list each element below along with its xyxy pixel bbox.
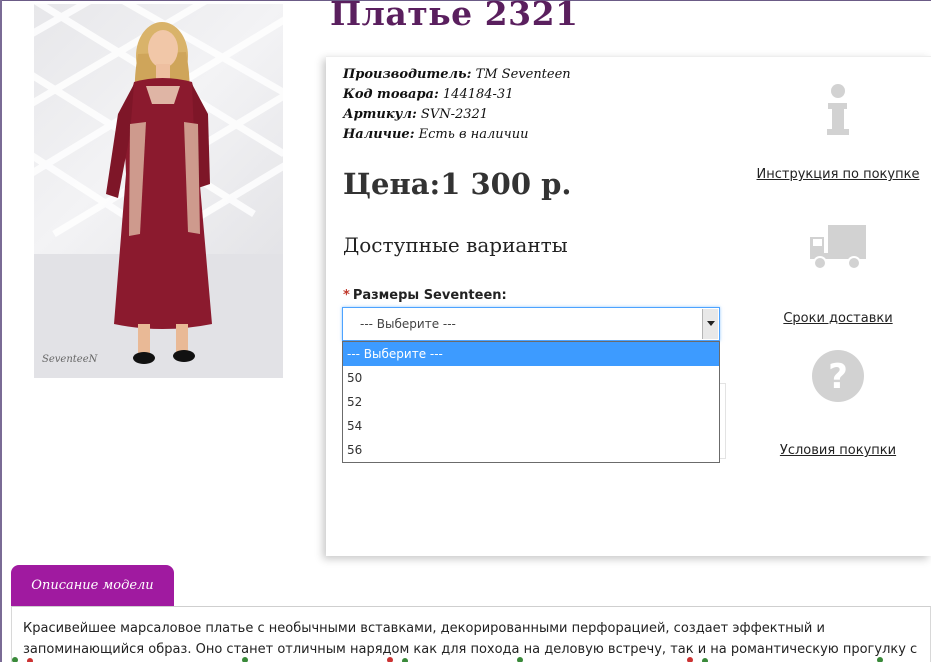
meta-availability: Наличие: Есть в наличии	[343, 127, 529, 142]
size-option[interactable]: 52	[343, 390, 719, 414]
info-icon	[756, 79, 920, 141]
size-select-label: * Размеры Seventeen:	[343, 288, 507, 303]
window-left-border	[0, 0, 2, 662]
meta-manufacturer: Производитель: TM Seventeen	[343, 67, 571, 82]
chevron-down-icon[interactable]	[702, 309, 718, 339]
purchase-terms-link[interactable]: Условия покупки	[756, 443, 920, 458]
svg-text:?: ?	[828, 357, 848, 397]
product-photo-illustration	[34, 4, 283, 378]
required-star-icon: *	[343, 288, 350, 303]
delivery-terms-link-block[interactable]: Сроки доставки	[756, 215, 920, 326]
purchase-instructions-link-block[interactable]: Инструкция по покупке	[756, 79, 920, 182]
size-option[interactable]: 56	[343, 438, 719, 462]
size-select-value: --- Выберите ---	[360, 317, 456, 331]
size-option[interactable]: --- Выберите ---	[343, 342, 719, 366]
product-meta: Производитель: TM Seventeen Код товара: …	[343, 65, 571, 145]
photo-watermark: SeventeeN	[42, 354, 98, 365]
product-photo[interactable]: SeventeeN	[34, 4, 283, 378]
product-info-card: Производитель: TM Seventeen Код товара: …	[326, 56, 931, 556]
meta-article: Артикул: SVN-2321	[343, 107, 489, 122]
tab-model-description[interactable]: Описание модели	[11, 565, 174, 607]
purchase-terms-link-block[interactable]: ? Условия покупки	[756, 345, 920, 458]
variants-heading: Доступные варианты	[343, 233, 568, 257]
meta-product-code: Код товара: 144184-31	[343, 87, 514, 102]
question-icon: ?	[756, 345, 920, 407]
delivery-terms-link[interactable]: Сроки доставки	[756, 311, 920, 326]
size-dropdown-list: --- Выберите --- 50 52 54 56	[342, 341, 720, 463]
product-price: Цена:1 300 р.	[343, 167, 572, 201]
truck-icon	[756, 215, 920, 277]
product-title: Платье 2321	[330, 0, 579, 33]
size-option[interactable]: 50	[343, 366, 719, 390]
size-option[interactable]: 54	[343, 414, 719, 438]
purchase-instructions-link[interactable]: Инструкция по покупке	[756, 167, 920, 182]
size-select[interactable]: --- Выберите ---	[342, 307, 720, 341]
description-text: Красивейшее марсаловое платье с необычны…	[23, 621, 918, 657]
